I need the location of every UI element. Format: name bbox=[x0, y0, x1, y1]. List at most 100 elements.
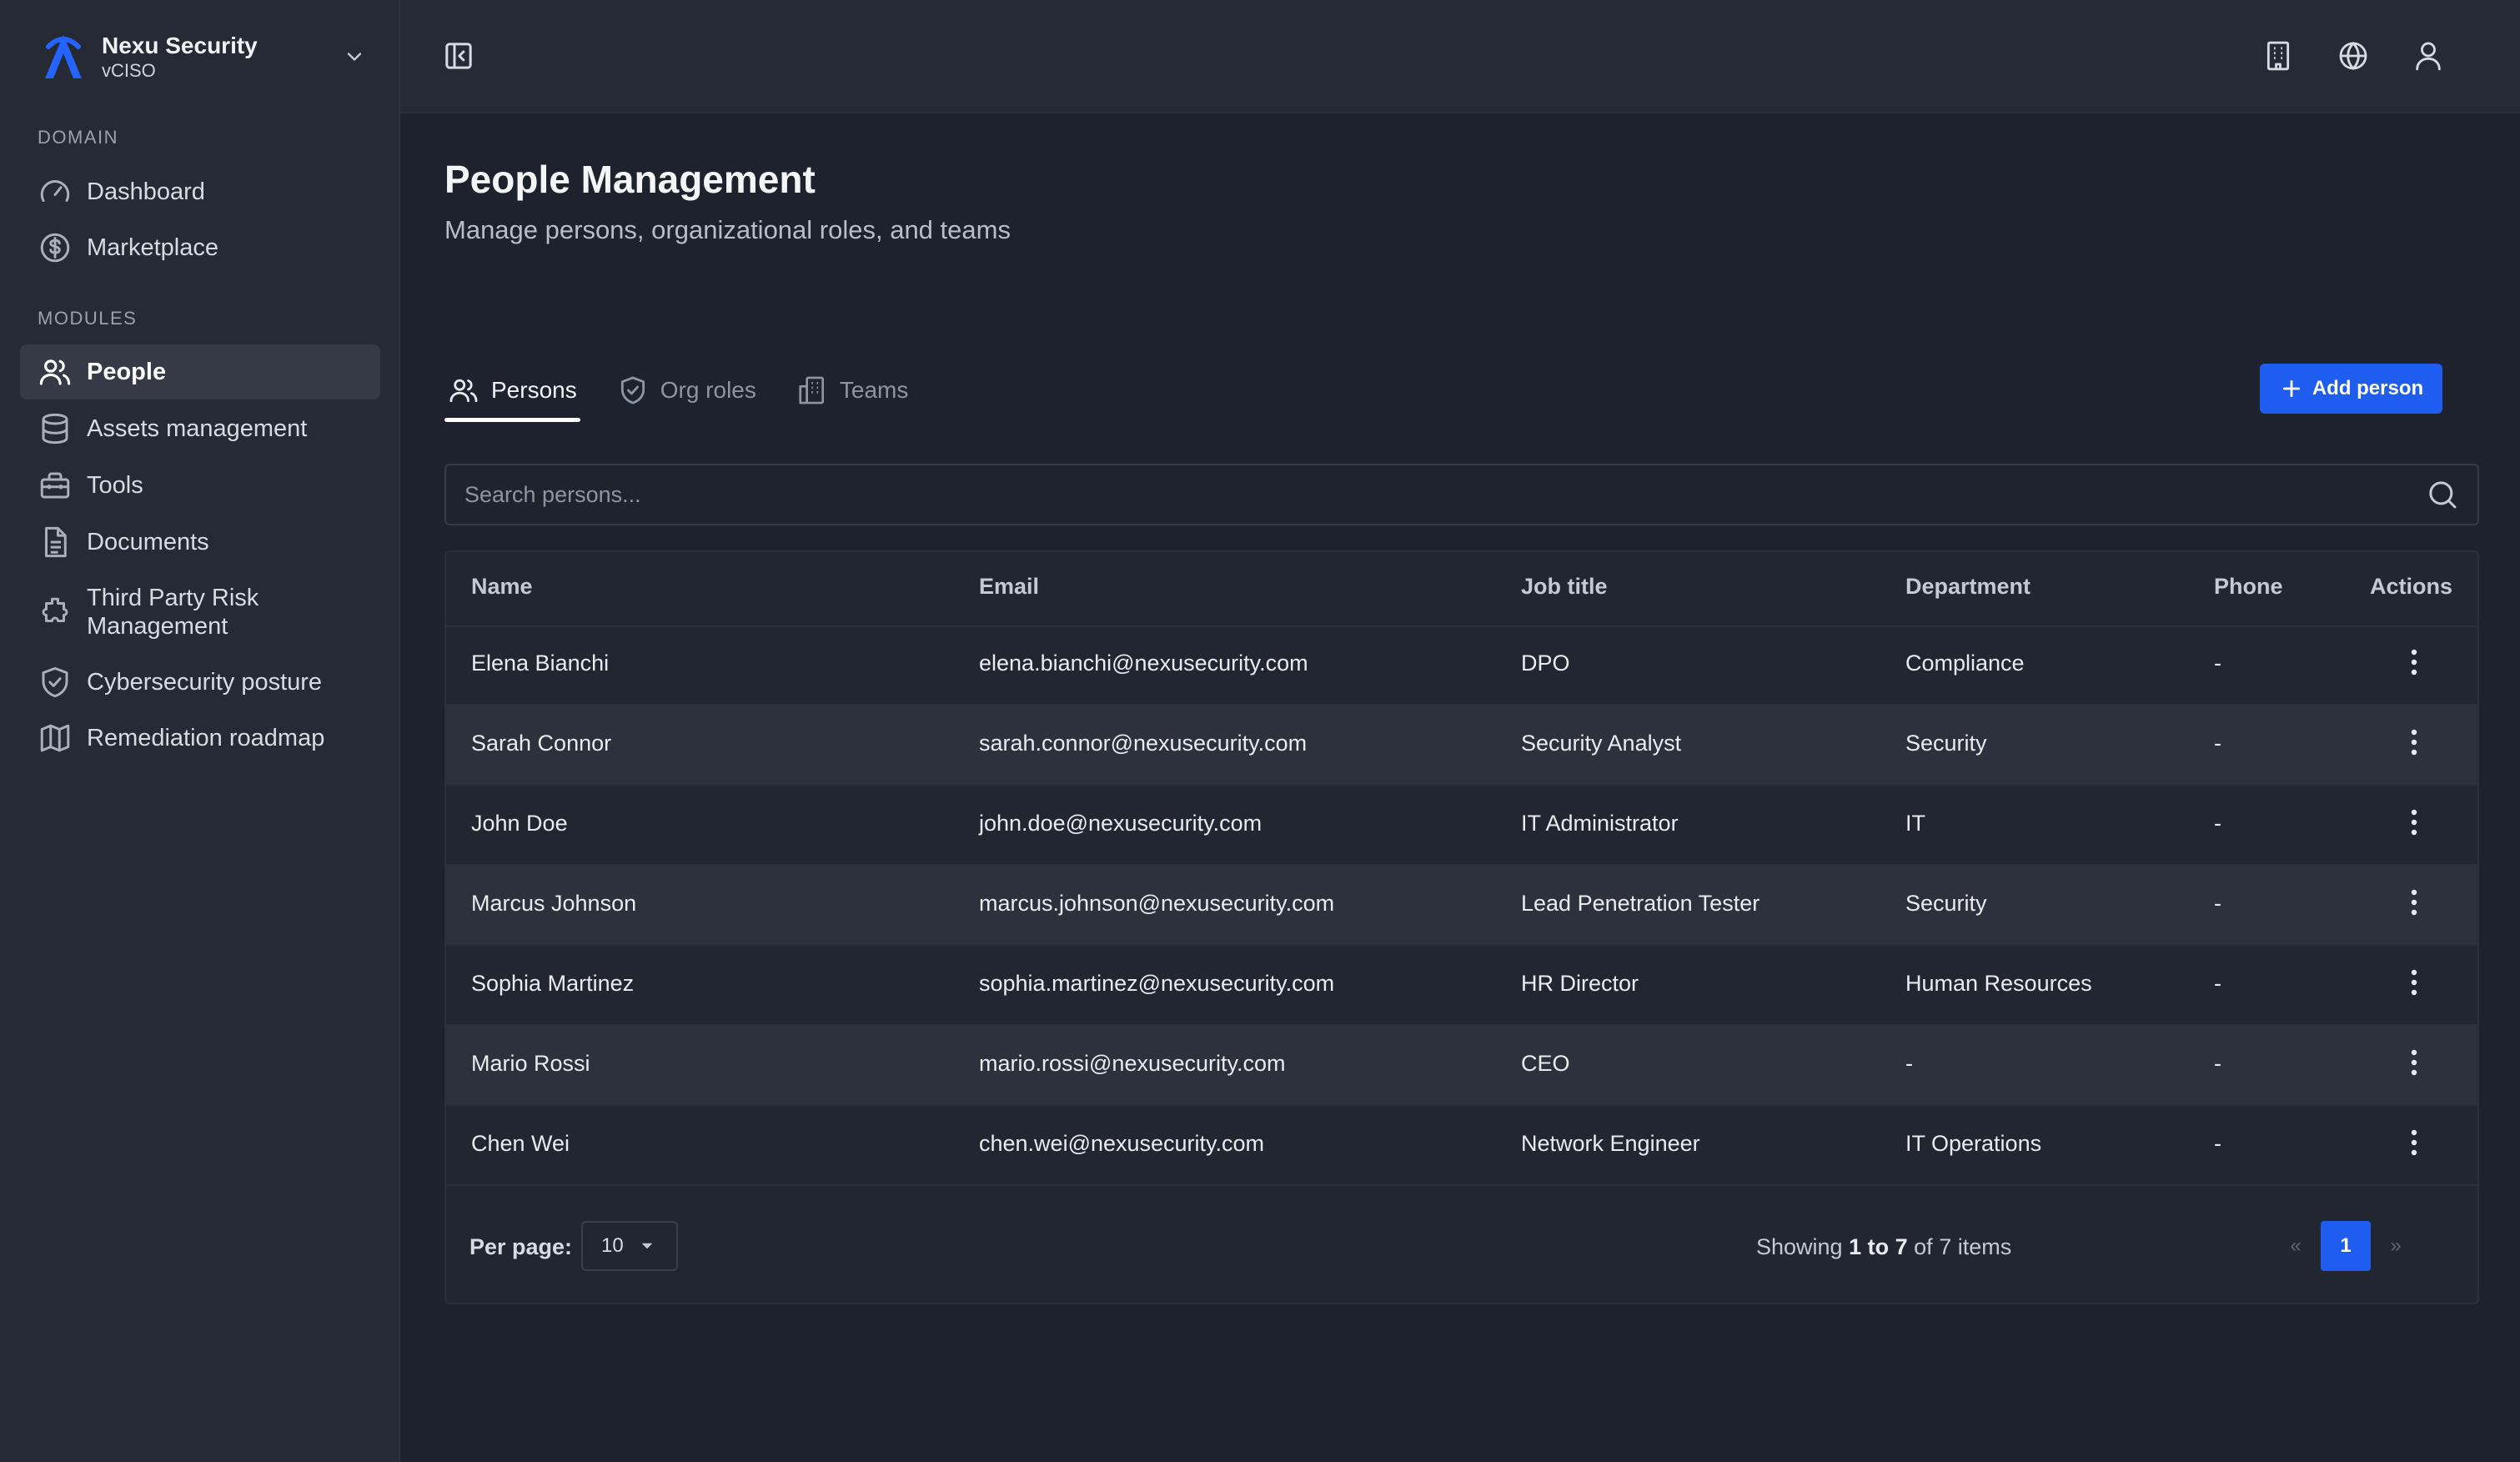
column-header-phone[interactable]: Phone bbox=[2214, 574, 2283, 600]
sidebar-item-documents[interactable]: Documents bbox=[20, 515, 380, 570]
per-page-select[interactable]: 10 bbox=[581, 1221, 678, 1271]
sidebar-item-label: Assets management bbox=[87, 414, 308, 442]
row-actions-button[interactable] bbox=[2397, 726, 2431, 759]
column-header-department[interactable]: Department bbox=[1905, 574, 2031, 600]
map-icon bbox=[37, 720, 73, 756]
showing-total: 7 bbox=[1939, 1234, 1952, 1259]
org-subtitle: vCISO bbox=[102, 60, 156, 81]
gauge-icon bbox=[37, 173, 73, 210]
sidebar-item-marketplace[interactable]: Marketplace bbox=[20, 220, 380, 275]
section-label-modules: MODULES bbox=[38, 308, 138, 329]
user-icon bbox=[2416, 42, 2441, 71]
cell-department: IT bbox=[1905, 811, 1925, 836]
cell-job-title: Security Analyst bbox=[1521, 731, 1682, 756]
sidebar-item-tools[interactable]: Tools bbox=[20, 458, 380, 513]
showing-summary: Showing 1 to 7 of 7 items bbox=[1756, 1234, 2011, 1260]
tab-teams[interactable]: Teams bbox=[793, 364, 911, 417]
shield-check-icon bbox=[37, 664, 73, 701]
cell-job-title: Lead Penetration Tester bbox=[1521, 891, 1760, 916]
sidebar-item-label: Marketplace bbox=[87, 234, 218, 261]
sidebar-item-dashboard[interactable]: Dashboard bbox=[20, 164, 380, 219]
language-button[interactable] bbox=[2330, 33, 2377, 79]
users-icon bbox=[449, 379, 478, 403]
showing-of: of bbox=[1914, 1234, 1933, 1259]
sidebar-item-label: People bbox=[87, 358, 167, 385]
table-row[interactable]: Elena Bianchi elena.bianchi@nexusecurity… bbox=[446, 625, 2477, 706]
add-person-button[interactable]: Add person bbox=[2260, 364, 2442, 414]
cell-name: Sarah Connor bbox=[471, 731, 612, 756]
table-row[interactable]: Marcus Johnson marcus.johnson@nexusecuri… bbox=[446, 866, 2477, 946]
row-actions-button[interactable] bbox=[2397, 1046, 2431, 1079]
cell-name: John Doe bbox=[471, 811, 568, 836]
sidebar-item-label: Tools bbox=[87, 471, 143, 499]
user-menu-button[interactable] bbox=[2405, 33, 2452, 79]
cell-job-title: IT Administrator bbox=[1521, 811, 1679, 836]
column-header-name[interactable]: Name bbox=[471, 574, 533, 600]
cell-phone: - bbox=[2214, 891, 2221, 916]
table-row[interactable]: Chen Wei chen.wei@nexusecurity.com Netwo… bbox=[446, 1106, 2477, 1186]
chevron-down-icon bbox=[347, 53, 362, 61]
building-icon bbox=[2266, 41, 2290, 71]
cell-department: Human Resources bbox=[1905, 971, 2092, 996]
sidebar-item-label: Cybersecurity posture bbox=[87, 668, 323, 696]
column-header-job-title[interactable]: Job title bbox=[1521, 574, 1608, 600]
toolbox-icon bbox=[37, 467, 73, 504]
table-row[interactable]: John Doe john.doe@nexusecurity.com IT Ad… bbox=[446, 786, 2477, 866]
row-actions-button[interactable] bbox=[2397, 646, 2431, 679]
document-icon bbox=[37, 524, 73, 560]
caret-down-icon bbox=[641, 1243, 653, 1249]
cell-email: elena.bianchi@nexusecurity.com bbox=[979, 651, 1308, 676]
showing-prefix: Showing bbox=[1756, 1234, 1843, 1259]
plus-icon bbox=[2282, 379, 2300, 398]
column-header-email[interactable]: Email bbox=[979, 574, 1039, 600]
table-row[interactable]: Sarah Connor sarah.connor@nexusecurity.c… bbox=[446, 706, 2477, 786]
org-name: Nexu Security bbox=[102, 33, 258, 58]
sidebar-item-people[interactable]: People bbox=[20, 344, 380, 399]
building-icon bbox=[799, 376, 824, 404]
search-icon[interactable] bbox=[2426, 478, 2459, 511]
cell-department: Security bbox=[1905, 891, 1987, 916]
page-button-current[interactable]: 1 bbox=[2321, 1221, 2371, 1271]
next-page-button[interactable]: » bbox=[2381, 1234, 2411, 1258]
table-row[interactable]: Sophia Martinez sophia.martinez@nexusecu… bbox=[446, 946, 2477, 1026]
tab-org-roles[interactable]: Org roles bbox=[614, 364, 760, 417]
sidebar-item-third-party-risk[interactable]: Third Party Risk Management bbox=[20, 579, 380, 646]
organization-button[interactable] bbox=[2255, 33, 2302, 79]
row-actions-button[interactable] bbox=[2397, 886, 2431, 919]
showing-suffix: items bbox=[1957, 1234, 2012, 1259]
cell-phone: - bbox=[2214, 1131, 2221, 1156]
cell-name: Elena Bianchi bbox=[471, 651, 610, 676]
persons-table: Name Email Job title Department Phone Ac… bbox=[444, 550, 2479, 1304]
page-subtitle: Manage persons, organizational roles, an… bbox=[444, 215, 1011, 244]
sidebar-item-label: Dashboard bbox=[87, 178, 205, 205]
sidebar-item-cybersecurity-posture[interactable]: Cybersecurity posture bbox=[20, 655, 380, 710]
sidebar-item-assets[interactable]: Assets management bbox=[20, 401, 380, 456]
sidebar-toggle-button[interactable] bbox=[435, 33, 482, 79]
cell-department: IT Operations bbox=[1905, 1131, 2042, 1156]
nexu-logo-icon bbox=[45, 35, 82, 78]
add-person-label: Add person bbox=[2312, 377, 2424, 399]
prev-page-button[interactable]: « bbox=[2281, 1234, 2311, 1258]
cell-phone: - bbox=[2214, 731, 2221, 756]
sidebar: Nexu Security vCISO DOMAIN Dashboard Mar… bbox=[0, 0, 400, 1462]
tab-persons[interactable]: Persons bbox=[444, 364, 580, 422]
cell-job-title: Network Engineer bbox=[1521, 1131, 1700, 1156]
table-row[interactable]: Mario Rossi mario.rossi@nexusecurity.com… bbox=[446, 1026, 2477, 1106]
showing-range: 1 to 7 bbox=[1849, 1234, 1908, 1259]
per-page-label: Per page: bbox=[469, 1234, 573, 1259]
row-actions-button[interactable] bbox=[2397, 806, 2431, 839]
more-vertical-icon bbox=[2411, 889, 2417, 916]
more-vertical-icon bbox=[2411, 649, 2417, 676]
per-page-value: 10 bbox=[601, 1234, 624, 1257]
cell-name: Mario Rossi bbox=[471, 1051, 590, 1076]
cell-email: sophia.martinez@nexusecurity.com bbox=[979, 971, 1335, 996]
sidebar-item-remediation-roadmap[interactable]: Remediation roadmap bbox=[20, 711, 380, 766]
row-actions-button[interactable] bbox=[2397, 1126, 2431, 1159]
search-input[interactable] bbox=[446, 469, 2426, 520]
cell-department: Security bbox=[1905, 731, 1987, 756]
org-switcher[interactable]: Nexu Security vCISO bbox=[37, 28, 366, 85]
cell-department: Compliance bbox=[1905, 651, 2025, 676]
row-actions-button[interactable] bbox=[2397, 966, 2431, 999]
cell-department: - bbox=[1905, 1051, 1913, 1076]
cell-email: chen.wei@nexusecurity.com bbox=[979, 1131, 1265, 1156]
